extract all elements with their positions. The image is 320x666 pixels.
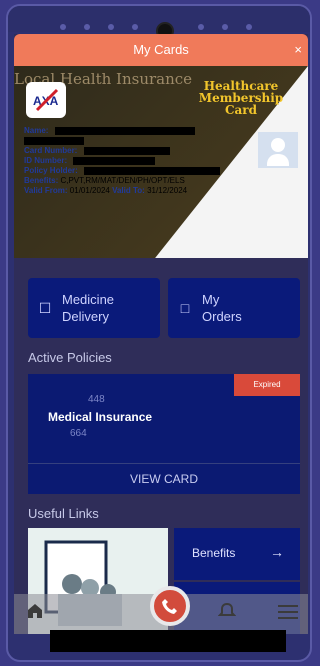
sensor-dot — [222, 24, 228, 30]
sensor-dot — [246, 24, 252, 30]
policy-card[interactable]: Expired 448 Medical Insurance 664 VIEW C… — [28, 374, 300, 494]
document-icon: □ — [180, 300, 190, 316]
card-line-name-cont — [24, 136, 220, 146]
phone-bottom-bezel — [50, 630, 286, 652]
card-line-value: C,PVT,RM/MAT/DEN/PH/OPT/ELS — [60, 176, 185, 185]
card-line-label: Valid From: — [24, 186, 68, 195]
policy-number: 664 — [70, 428, 87, 439]
card-line-name: Name: — [24, 126, 220, 136]
axa-logo: AXA — [26, 82, 66, 118]
medicine-delivery-tile[interactable]: ☐ Medicine Delivery — [28, 278, 160, 338]
card-line-value: 31/12/2024 — [147, 186, 188, 195]
card-line-label: Policy Holder: — [24, 166, 78, 175]
bell-icon[interactable] — [217, 602, 237, 620]
sensor-dot — [198, 24, 204, 30]
sensor-dot — [108, 24, 114, 30]
status-badge: Expired — [234, 374, 300, 396]
close-icon[interactable]: × — [294, 34, 302, 66]
phone-frame: My Cards × Local Health Insurance AXA He… — [6, 4, 312, 662]
active-policies-heading: Active Policies — [28, 350, 112, 365]
card-line-label: Card Number: — [24, 146, 78, 155]
policy-number: 448 — [88, 394, 105, 405]
card-type-label: Healthcare Membership Card — [198, 79, 284, 117]
policy-name: Medical Insurance — [48, 410, 153, 424]
card-details: Name: Card Number: ID Number: Policy Hol… — [24, 126, 221, 196]
truck-icon: ☐ — [38, 299, 52, 316]
card-line-card-number: Card Number: — [24, 146, 220, 156]
my-orders-tile[interactable]: □ My Orders — [168, 278, 300, 338]
card-line-policy-holder: Policy Holder: — [24, 166, 221, 176]
avatar-placeholder — [258, 132, 298, 168]
view-card-button[interactable]: VIEW CARD — [28, 463, 300, 494]
menu-icon[interactable] — [278, 604, 298, 620]
sensor-dot — [84, 24, 90, 30]
call-button[interactable] — [150, 586, 190, 626]
phone-top-bezel — [8, 6, 310, 40]
card-line-value: 01/01/2024 — [69, 186, 110, 195]
card-line-label: Name: — [24, 126, 49, 135]
insurance-card: Local Health Insurance AXA Healthcare Me… — [14, 66, 308, 258]
useful-links-heading: Useful Links — [28, 506, 99, 521]
card-line-validity: Valid From: 01/01/2024 Valid To: 31/12/2… — [24, 186, 220, 196]
benefits-link[interactable]: Benefits → — [174, 528, 300, 580]
tile-label: My Orders — [202, 292, 242, 324]
redacted-value — [54, 126, 195, 135]
redacted-value — [73, 156, 156, 165]
card-line-label: Valid To: — [112, 186, 145, 195]
arrow-right-icon: → — [270, 544, 284, 560]
phone-icon — [162, 599, 177, 614]
modal-title: My Cards — [133, 42, 189, 57]
card-line-label: Benefits: — [24, 176, 59, 185]
logo-icon: AXA — [31, 88, 61, 112]
redacted-value — [84, 166, 221, 175]
tile-label: Medicine Delivery — [62, 292, 115, 324]
modal-header: My Cards × — [14, 34, 308, 66]
home-icon[interactable] — [26, 602, 44, 620]
card-line-label: ID Number: — [24, 156, 68, 165]
sensor-dot — [60, 24, 66, 30]
sensor-dot — [132, 24, 138, 30]
card-line-benefits: Benefits: C,PVT,RM/MAT/DEN/PH/OPT/ELS — [24, 176, 220, 186]
redacted-value — [24, 136, 84, 145]
link-label: Benefits — [192, 546, 236, 560]
redacted-value — [83, 146, 170, 155]
card-line-id-number: ID Number: — [24, 156, 220, 166]
app-screen: My Cards × Local Health Insurance AXA He… — [14, 34, 308, 634]
